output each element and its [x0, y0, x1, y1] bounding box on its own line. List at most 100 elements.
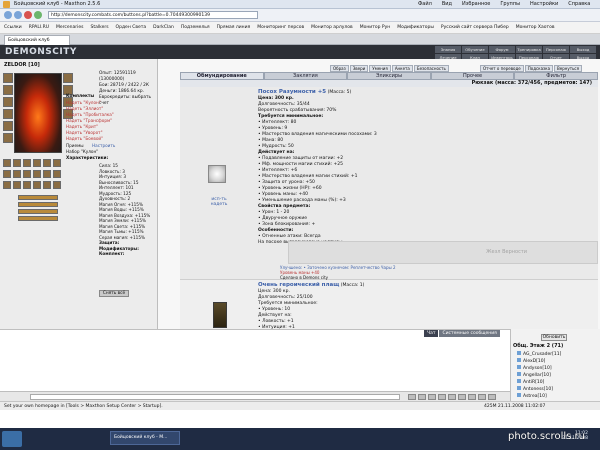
nav-item[interactable]: Форум [489, 46, 515, 53]
bookmark[interactable]: Монитор Хаотов [516, 25, 555, 30]
chat-input[interactable] [30, 394, 400, 400]
taskbar-window[interactable]: Бойцовский клуб - М... [110, 431, 180, 445]
btn-report[interactable]: Отчет о переводе [480, 65, 524, 72]
bookmark[interactable]: DarkClan [153, 25, 174, 30]
belt-slot[interactable] [33, 181, 41, 189]
nav-item[interactable]: Выход [570, 46, 596, 53]
btn-return[interactable]: Вернуться [554, 65, 583, 72]
item-title[interactable]: Посох Разумности +5 [258, 89, 326, 95]
set-link[interactable]: Надеть "Эллиот" [66, 106, 103, 111]
wear-link[interactable]: надеть [204, 202, 234, 207]
nav-item[interactable]: Персонаж [543, 46, 569, 53]
belt-slot[interactable] [33, 170, 41, 178]
btn-image[interactable]: Образ [330, 65, 349, 72]
chat-button[interactable] [478, 394, 486, 400]
chat-button[interactable] [408, 394, 416, 400]
set-link[interactable]: Надеть "Боевой" [66, 136, 103, 141]
stop-icon[interactable] [24, 11, 32, 19]
chat-button[interactable] [428, 394, 436, 400]
nav-item[interactable]: Знания [435, 46, 461, 53]
user-item[interactable]: Andyson[10] [517, 365, 561, 372]
bookmark[interactable]: Ссылки [4, 25, 22, 30]
slot-helmet[interactable] [3, 73, 13, 83]
user-item[interactable]: AG_Crusader[11] [517, 351, 561, 358]
user-item[interactable]: Angellar[10] [517, 372, 561, 379]
belt-slot[interactable] [3, 181, 11, 189]
menu-help[interactable]: Справка [568, 1, 590, 7]
slot-ring[interactable] [3, 133, 13, 143]
chat-button[interactable] [468, 394, 476, 400]
belt-slot[interactable] [53, 170, 61, 178]
back-icon[interactable] [4, 11, 12, 19]
tab-equipment[interactable]: Обмундирование [180, 72, 264, 80]
belt-slot[interactable] [43, 170, 51, 178]
belt-slot[interactable] [23, 170, 31, 178]
browser-tab[interactable]: Бойцовский клуб [4, 35, 70, 45]
start-button[interactable] [2, 431, 22, 447]
chat-button[interactable] [458, 394, 466, 400]
set-link[interactable]: Надеть "Крит" [66, 124, 98, 129]
bookmark[interactable]: Русский сайт сервера Пибер [441, 25, 509, 30]
belt-slot[interactable] [3, 170, 11, 178]
belt-slot[interactable] [13, 170, 21, 178]
menu-view[interactable]: Вид [442, 1, 452, 7]
user-item[interactable]: AntiR[10] [517, 379, 561, 386]
belt-slot[interactable] [23, 159, 31, 167]
chat-button[interactable] [418, 394, 426, 400]
refresh-button[interactable]: Обновить [541, 334, 567, 341]
belt-slot[interactable] [53, 159, 61, 167]
btn-security[interactable]: Безопасность [413, 65, 449, 72]
btn-profile[interactable]: Анкета [391, 65, 413, 72]
slot-necklace[interactable] [3, 85, 13, 95]
belt-slot[interactable] [13, 159, 21, 167]
belt-slot[interactable] [3, 159, 11, 167]
menu-groups[interactable]: Группы [500, 1, 520, 7]
item-title[interactable]: Очень героический плащ [258, 282, 339, 288]
menu-favorites[interactable]: Избранное [462, 1, 490, 7]
belt-slot[interactable] [13, 181, 21, 189]
btn-skills[interactable]: Умения [369, 65, 391, 72]
bookmark[interactable]: Stalkers [91, 25, 109, 30]
tab-spells[interactable]: Заклятия [263, 72, 348, 80]
tab-filter[interactable]: Фильтр [514, 72, 598, 80]
set-link[interactable]: Надеть "Уворот" [66, 130, 103, 135]
slot-belt[interactable] [3, 121, 13, 131]
belt-slot[interactable] [43, 181, 51, 189]
tab-other[interactable]: Прочее [430, 72, 515, 80]
belt-slot[interactable] [33, 159, 41, 167]
slot-weapon[interactable] [3, 97, 13, 107]
btn-pets[interactable]: Звери [349, 65, 369, 72]
bookmark[interactable]: Монитор Рун [360, 25, 390, 30]
option-tricks[interactable]: Приемы [66, 143, 84, 148]
nav-item[interactable]: Обучение [462, 46, 488, 53]
set-link[interactable]: Надеть "Пробиталка" [66, 112, 114, 117]
set-select[interactable]: Набор "Кулон" [66, 149, 98, 154]
bookmark[interactable]: Орден Света [116, 25, 147, 30]
bookmark[interactable]: Модификаторы [397, 25, 434, 30]
menu-file[interactable]: Файл [418, 1, 432, 7]
nav-item[interactable]: Тренировка [516, 46, 542, 53]
user-item[interactable]: Antoness[10] [517, 386, 561, 393]
slot-armor[interactable] [3, 109, 13, 119]
chat-button[interactable] [438, 394, 446, 400]
section-set[interactable]: Комплект: [99, 251, 150, 257]
bookmark[interactable]: Монитор арлулов [311, 25, 353, 30]
refresh-icon[interactable] [34, 11, 42, 19]
chat-button[interactable] [448, 394, 456, 400]
belt-slot[interactable] [43, 159, 51, 167]
set-link[interactable]: Надеть "Кулон" [66, 100, 101, 105]
belt-slot[interactable] [53, 181, 61, 189]
tab-elixirs[interactable]: Эликсиры [347, 72, 431, 80]
bookmark[interactable]: Прямая линия [217, 25, 251, 30]
chat-button[interactable] [488, 394, 496, 400]
remove-all-button[interactable]: Снять всё [99, 290, 129, 297]
btn-hint[interactable]: Подсказка [524, 65, 554, 72]
bookmark[interactable]: Мониторинг персов [257, 25, 304, 30]
set-link[interactable]: Надеть "Трансформ" [66, 118, 112, 123]
bookmark[interactable]: Mercenaries [56, 25, 83, 30]
bookmark[interactable]: RPALI.RU [29, 25, 49, 30]
user-item[interactable]: AlexD[10] [517, 358, 561, 365]
belt-slot[interactable] [23, 181, 31, 189]
menu-settings[interactable]: Настройки [530, 1, 558, 7]
option-setup[interactable]: Настроить [92, 143, 115, 148]
